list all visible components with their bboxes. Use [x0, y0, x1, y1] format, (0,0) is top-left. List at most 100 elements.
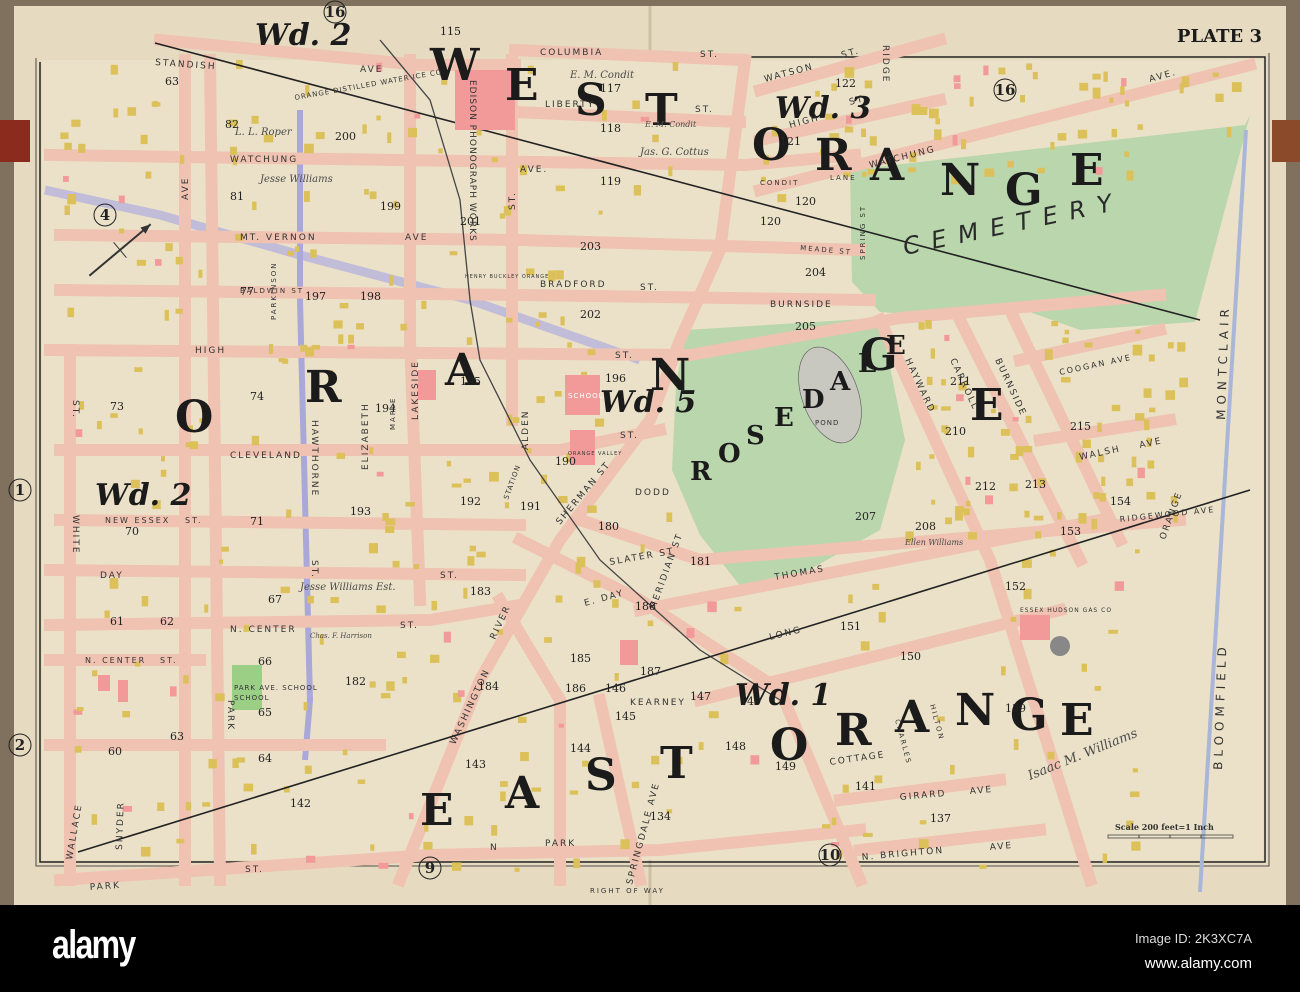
- block-number: 152: [1005, 580, 1026, 593]
- block-number: 186: [565, 682, 586, 695]
- building: [911, 104, 921, 115]
- building: [118, 195, 125, 204]
- owner-label: E. M. Condit: [569, 70, 635, 81]
- building: [587, 349, 596, 356]
- block-number: 187: [640, 665, 661, 678]
- building: [330, 597, 339, 604]
- building: [286, 509, 292, 518]
- building: [185, 802, 192, 811]
- building: [198, 269, 203, 278]
- block-number: 208: [915, 520, 936, 533]
- block-number: 142: [290, 797, 311, 810]
- building: [1121, 78, 1127, 87]
- building: [229, 146, 238, 155]
- building: [929, 454, 935, 459]
- town-letter: E: [1070, 145, 1104, 196]
- block-number: 198: [360, 290, 381, 303]
- building: [138, 428, 143, 435]
- street-label: ST.: [245, 865, 264, 875]
- block-number: 61: [110, 615, 124, 628]
- building: [1091, 518, 1098, 530]
- block-number: 66: [258, 655, 272, 668]
- building: [1108, 629, 1118, 634]
- building: [569, 790, 579, 795]
- building: [965, 476, 971, 485]
- building: [1101, 476, 1106, 486]
- building: [414, 113, 421, 119]
- site-url: www.alamy.com: [1144, 955, 1252, 972]
- building: [1062, 337, 1069, 344]
- building: [698, 742, 704, 750]
- building: [408, 127, 417, 138]
- building: [861, 128, 866, 137]
- street-label: RIDGE: [880, 45, 890, 84]
- building: [1081, 663, 1087, 672]
- building: [71, 119, 81, 127]
- building: [378, 862, 389, 869]
- street-label: ST.: [620, 431, 639, 441]
- building: [145, 171, 152, 179]
- block-number: 180: [598, 520, 619, 533]
- building: [251, 115, 259, 124]
- block-number: 139: [1005, 702, 1026, 715]
- building: [1001, 666, 1006, 676]
- town-letter: S: [585, 750, 617, 801]
- block-number: 137: [930, 812, 951, 825]
- building: [1125, 100, 1130, 107]
- building: [1124, 151, 1130, 157]
- town-letter: E: [420, 785, 454, 836]
- building: [555, 595, 563, 603]
- block-number: 210: [945, 425, 966, 438]
- building: [1111, 404, 1121, 412]
- street-label: BURNSIDE: [770, 300, 833, 310]
- block-number: 65: [258, 706, 272, 719]
- building: [1092, 87, 1101, 99]
- building: [136, 259, 146, 266]
- block-number: 213: [1025, 478, 1046, 491]
- block-number: 199: [380, 200, 401, 213]
- block-number: 81: [230, 190, 244, 203]
- street-label: AVE.: [520, 165, 548, 175]
- town-letter: O: [175, 392, 213, 443]
- building: [554, 391, 562, 397]
- building: [204, 604, 209, 613]
- building: [941, 379, 946, 386]
- building: [708, 711, 719, 719]
- town-letter: N: [955, 685, 995, 736]
- block-number: 144: [570, 742, 591, 755]
- building: [78, 143, 86, 153]
- building: [104, 610, 110, 618]
- block-number: 203: [580, 240, 601, 253]
- building: [1092, 73, 1101, 80]
- building: [1147, 460, 1155, 469]
- building: [632, 100, 640, 109]
- map-image: PLATE 3 W E S T O R A N G E O R A N G E …: [0, 0, 1300, 905]
- building: [423, 841, 433, 850]
- building: [208, 759, 217, 769]
- building: [64, 142, 72, 150]
- building: [935, 118, 941, 125]
- block-number: 140: [740, 695, 761, 708]
- adjoining-plate-number: 1: [15, 481, 25, 499]
- street-label: ST.: [309, 560, 319, 579]
- street-label: PARKINSON: [270, 261, 278, 320]
- building: [164, 309, 169, 321]
- building: [165, 243, 173, 252]
- building: [518, 716, 527, 723]
- building: [376, 115, 381, 121]
- building: [463, 587, 468, 599]
- block-number: 143: [465, 758, 486, 771]
- building: [348, 334, 354, 344]
- street-label: DODD: [635, 488, 671, 498]
- binding-tab-left: [0, 120, 30, 162]
- building: [466, 337, 473, 345]
- institution-label: ORANGE VALLEY: [568, 451, 622, 457]
- building: [113, 108, 119, 118]
- building: [380, 693, 391, 699]
- building: [931, 499, 936, 505]
- building: [941, 406, 951, 411]
- building: [506, 317, 513, 323]
- building: [1010, 616, 1017, 622]
- street-label: ST.: [700, 50, 719, 60]
- street-label: LANE: [830, 174, 857, 182]
